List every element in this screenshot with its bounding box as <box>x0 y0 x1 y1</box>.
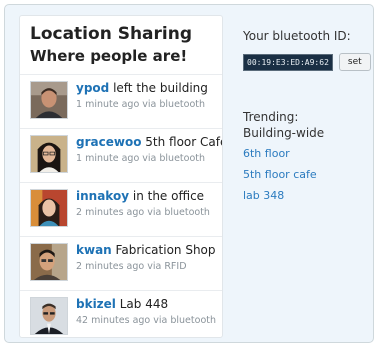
feed-item: ypod left the building 1 minute ago via … <box>20 74 222 128</box>
feed-message: innakoy in the office <box>76 189 204 203</box>
avatar[interactable] <box>30 135 68 173</box>
page-title: Location Sharing <box>30 24 193 44</box>
avatar[interactable] <box>30 81 68 119</box>
avatar[interactable] <box>30 243 68 281</box>
feed-item: innakoy in the office 2 minutes ago via … <box>20 182 222 236</box>
bluetooth-id-input[interactable]: 00:19:E3:ED:A9:62 <box>243 53 333 71</box>
app-window: Location Sharing Where people are! ypod … <box>4 4 374 343</box>
feed-item: gracewoo 5th floor Cafe 1 minute ago via… <box>20 128 222 182</box>
timestamp: 2 minutes ago via RFID <box>76 261 187 272</box>
avatar-photo <box>31 244 67 280</box>
location-text: left the building <box>113 81 208 95</box>
username-link[interactable]: innakoy <box>76 189 129 203</box>
timestamp: 1 minute ago via bluetooth <box>76 153 206 164</box>
avatar-photo <box>31 298 67 334</box>
trending-title: Trending: <box>243 110 299 124</box>
timestamp: 1 minute ago via bluetooth <box>76 99 206 110</box>
feed-item: kwan Fabrication Shop 2 minutes ago via … <box>20 236 222 290</box>
trending-link[interactable]: 5th floor cafe <box>243 167 369 183</box>
location-feed: Location Sharing Where people are! ypod … <box>19 15 223 338</box>
avatar-photo <box>31 82 67 118</box>
avatar-photo <box>31 190 67 226</box>
username-link[interactable]: kwan <box>76 243 112 257</box>
feed-message: bkizel Lab 448 <box>76 297 168 311</box>
location-text: 5th floor Cafe <box>145 135 223 149</box>
username-link[interactable]: ypod <box>76 81 109 95</box>
location-text: Lab 448 <box>119 297 169 311</box>
avatar[interactable] <box>30 297 68 335</box>
location-text: Fabrication Shop <box>115 243 216 257</box>
set-button[interactable]: set <box>338 53 371 71</box>
trending-link[interactable]: lab 348 <box>243 188 369 204</box>
username-link[interactable]: gracewoo <box>76 135 141 149</box>
feed-message: kwan Fabrication Shop <box>76 243 216 257</box>
bluetooth-label: Your bluetooth ID: <box>243 29 351 43</box>
bluetooth-form: 00:19:E3:ED:A9:62 set <box>243 53 371 71</box>
avatar[interactable] <box>30 189 68 227</box>
feed-message: gracewoo 5th floor Cafe <box>76 135 223 149</box>
timestamp: 2 minutes ago via bluetooth <box>76 207 210 218</box>
feed-item: bkizel Lab 448 42 minutes ago via blueto… <box>20 290 222 337</box>
trending-link[interactable]: 6th floor <box>243 146 369 162</box>
username-link[interactable]: bkizel <box>76 297 116 311</box>
sidebar: Your bluetooth ID: 00:19:E3:ED:A9:62 set… <box>243 29 371 204</box>
timestamp: 42 minutes ago via bluetooth <box>76 315 216 326</box>
avatar-photo <box>31 136 67 172</box>
feed-message: ypod left the building <box>76 81 208 95</box>
page-subtitle: Where people are! <box>30 47 188 65</box>
trending-scope: Building-wide <box>243 126 325 140</box>
location-text: in the office <box>132 189 205 203</box>
